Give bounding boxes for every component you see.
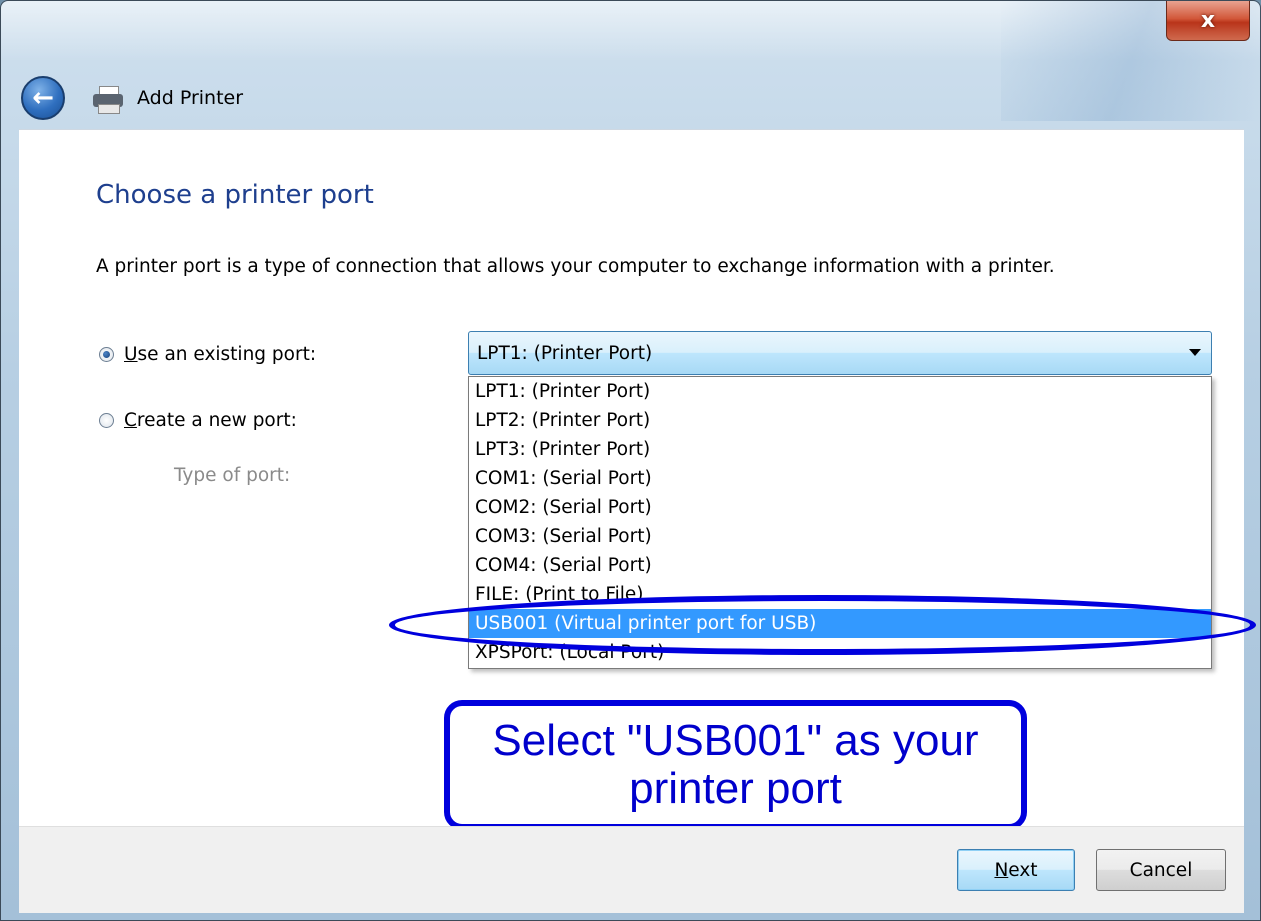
use-existing-port-option[interactable]: Use an existing port: — [99, 344, 316, 365]
next-button-label: Next — [994, 859, 1038, 881]
page-description: A printer port is a type of connection t… — [96, 256, 1055, 277]
use-existing-port-label: Use an existing port: — [124, 344, 317, 365]
page-title: Choose a printer port — [96, 180, 374, 210]
wizard-footer: Next Cancel — [19, 826, 1244, 913]
existing-port-select[interactable]: LPT1: (Printer Port) — [468, 331, 1212, 375]
dropdown-item[interactable]: COM2: (Serial Port) — [469, 493, 1211, 522]
title-bar: ← Add Printer — [21, 73, 243, 123]
wizard-content: Choose a printer port A printer port is … — [19, 129, 1256, 830]
create-new-port-option[interactable]: Create a new port: — [99, 410, 297, 431]
dropdown-item[interactable]: LPT2: (Printer Port) — [469, 406, 1211, 435]
existing-port-select-value: LPT1: (Printer Port) — [477, 342, 653, 364]
close-button[interactable]: x — [1166, 1, 1250, 41]
window-frame: x ← Add Printer Choose a printer port A … — [0, 0, 1261, 921]
window-title: Add Printer — [137, 87, 244, 109]
annotation-line-1: Select "USB001" as your — [492, 716, 979, 765]
dropdown-item[interactable]: COM3: (Serial Port) — [469, 522, 1211, 551]
dropdown-item[interactable]: LPT3: (Printer Port) — [469, 435, 1211, 464]
cancel-button-label: Cancel — [1129, 859, 1193, 881]
dropdown-item[interactable]: LPT1: (Printer Port) — [469, 377, 1211, 406]
printer-icon — [91, 84, 125, 114]
close-icon: x — [1200, 8, 1216, 33]
create-new-port-radio[interactable] — [99, 413, 114, 428]
next-button[interactable]: Next — [957, 849, 1075, 891]
annotation-callout: Select "USB001" as your printer port — [444, 700, 1027, 830]
use-existing-port-radio[interactable] — [99, 347, 114, 362]
annotation-line-2: printer port — [629, 764, 842, 813]
back-button[interactable]: ← — [21, 76, 65, 120]
back-arrow-icon: ← — [32, 83, 54, 113]
dropdown-item[interactable]: COM4: (Serial Port) — [469, 551, 1211, 580]
create-new-port-label: Create a new port: — [124, 410, 297, 431]
type-of-port-label: Type of port: — [174, 465, 291, 486]
annotation-ellipse — [389, 595, 1256, 655]
cancel-button[interactable]: Cancel — [1096, 849, 1226, 891]
dropdown-item[interactable]: COM1: (Serial Port) — [469, 464, 1211, 493]
chevron-down-icon[interactable] — [1189, 349, 1201, 356]
